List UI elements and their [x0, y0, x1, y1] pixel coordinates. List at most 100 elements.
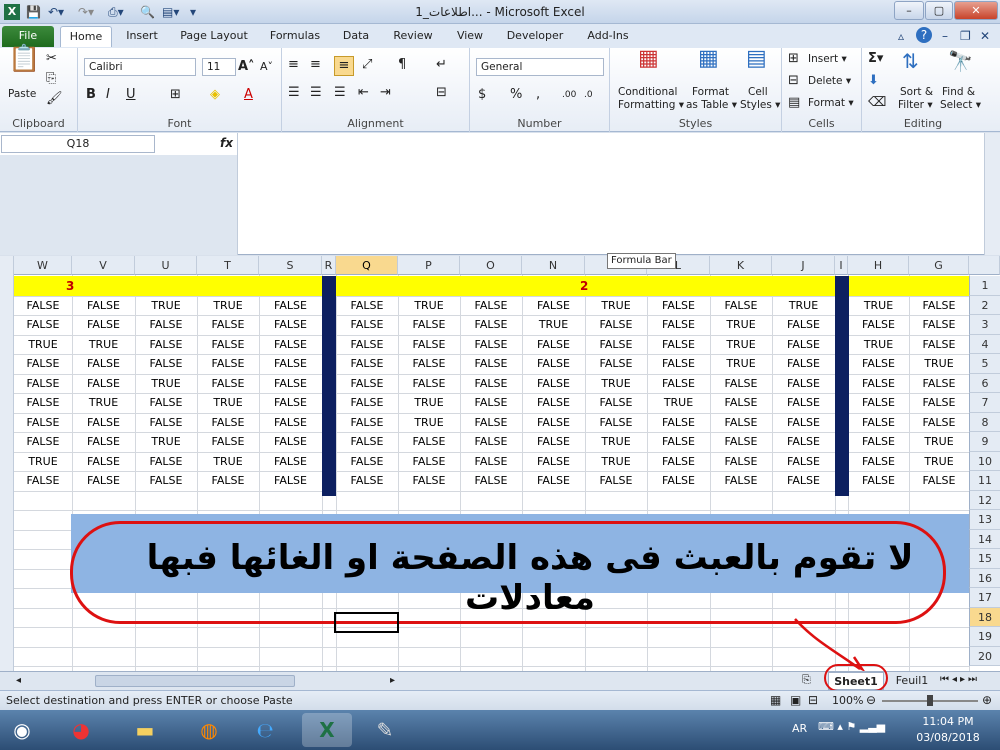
data-cell[interactable]: FALSE — [197, 374, 259, 393]
underline-icon[interactable]: U — [126, 86, 136, 104]
row-header-10[interactable]: 10 — [969, 451, 1000, 471]
paint-icon[interactable]: ✎ — [360, 713, 410, 747]
data-cell[interactable]: FALSE — [522, 296, 585, 315]
tab-add-ins[interactable]: Add-Ins — [580, 26, 636, 47]
help-icon[interactable]: ? — [916, 27, 932, 43]
sheet-tab-feuil1[interactable]: Feuil1 — [890, 672, 934, 690]
data-cell[interactable]: FALSE — [336, 315, 398, 334]
row-header-1[interactable]: 1 — [969, 276, 1000, 296]
data-cell[interactable]: FALSE — [772, 432, 835, 451]
fill-icon[interactable]: ⬇ — [868, 72, 879, 90]
data-cell[interactable]: FALSE — [135, 452, 197, 471]
data-cell[interactable]: FALSE — [14, 413, 72, 432]
column-header-n[interactable]: N — [522, 256, 585, 275]
data-cell[interactable]: FALSE — [710, 296, 772, 315]
format-as-table-icon[interactable]: ▦ — [698, 48, 719, 70]
column-header-o[interactable]: O — [460, 256, 522, 275]
autosum-icon[interactable]: Σ▾ — [868, 50, 883, 68]
data-cell[interactable]: FALSE — [197, 354, 259, 373]
align-right-icon[interactable]: ☰ — [334, 84, 346, 102]
data-cell[interactable]: FALSE — [259, 471, 322, 490]
data-cell[interactable]: FALSE — [72, 315, 135, 334]
data-cell[interactable]: FALSE — [336, 393, 398, 412]
data-cell[interactable]: FALSE — [336, 354, 398, 373]
formula-input[interactable] — [237, 133, 984, 255]
data-cell[interactable]: FALSE — [398, 374, 460, 393]
insert-cells-icon[interactable]: ⊞ — [788, 50, 799, 68]
data-cell[interactable]: FALSE — [585, 315, 647, 334]
page-layout-view-icon[interactable]: ▣ — [790, 693, 801, 707]
data-cell[interactable]: FALSE — [398, 452, 460, 471]
data-cell[interactable]: TRUE — [710, 335, 772, 354]
clock-date[interactable]: 03/08/2018 — [914, 731, 982, 744]
data-cell[interactable]: TRUE — [848, 335, 909, 354]
tab-formulas[interactable]: Formulas — [264, 26, 326, 47]
data-cell[interactable]: FALSE — [772, 393, 835, 412]
insert-sheet-icon[interactable]: ⎘ — [802, 673, 811, 687]
data-cell[interactable]: FALSE — [72, 296, 135, 315]
borders-icon[interactable]: ⊞ — [170, 86, 181, 104]
data-cell[interactable]: FALSE — [135, 471, 197, 490]
data-cell[interactable]: FALSE — [522, 393, 585, 412]
ribbon-minimize-icon[interactable]: ▵ — [898, 28, 904, 44]
data-cell[interactable]: FALSE — [398, 335, 460, 354]
data-cell[interactable]: TRUE — [197, 393, 259, 412]
data-cell[interactable]: TRUE — [585, 432, 647, 451]
increase-indent-icon[interactable]: ⇥ — [380, 84, 391, 102]
workbook-minimize-icon[interactable]: – — [942, 28, 948, 44]
data-cell[interactable]: FALSE — [909, 315, 969, 334]
data-cell[interactable]: FALSE — [909, 393, 969, 412]
data-cell[interactable]: FALSE — [72, 374, 135, 393]
data-cell[interactable]: FALSE — [197, 413, 259, 432]
active-cell-Q18[interactable] — [334, 612, 399, 633]
data-cell[interactable]: FALSE — [14, 432, 72, 451]
data-cell[interactable]: FALSE — [14, 354, 72, 373]
data-cell[interactable]: FALSE — [460, 315, 522, 334]
data-cell[interactable]: FALSE — [336, 335, 398, 354]
formula-bar-scroll[interactable] — [984, 133, 1000, 255]
data-cell[interactable]: TRUE — [197, 296, 259, 315]
tab-home[interactable]: Home — [60, 26, 112, 47]
number-format-select[interactable]: General — [476, 58, 604, 76]
row-header-20[interactable]: 20 — [969, 646, 1000, 666]
column-header-u[interactable]: U — [135, 256, 197, 275]
font-color-icon[interactable]: A — [244, 86, 253, 104]
start-button-icon[interactable]: ◉ — [2, 713, 42, 747]
row-header-12[interactable]: 12 — [969, 490, 1000, 510]
decrease-decimal-icon[interactable]: .0 — [584, 86, 593, 104]
column-header-k[interactable]: K — [710, 256, 772, 275]
data-cell[interactable]: TRUE — [135, 432, 197, 451]
data-cell[interactable]: TRUE — [710, 354, 772, 373]
data-cell[interactable]: FALSE — [460, 432, 522, 451]
data-cell[interactable]: FALSE — [710, 413, 772, 432]
insert-function-icon[interactable]: fx — [220, 136, 233, 150]
format-cells-icon[interactable]: ▤ — [788, 94, 800, 112]
data-cell[interactable]: FALSE — [848, 354, 909, 373]
data-cell[interactable]: TRUE — [909, 354, 969, 373]
data-cell[interactable]: TRUE — [398, 393, 460, 412]
data-cell[interactable]: FALSE — [647, 452, 710, 471]
data-cell[interactable]: FALSE — [460, 354, 522, 373]
data-cell[interactable]: FALSE — [72, 452, 135, 471]
data-cell[interactable]: TRUE — [398, 413, 460, 432]
data-cell[interactable]: TRUE — [398, 296, 460, 315]
decrease-indent-icon[interactable]: ⇤ — [358, 84, 369, 102]
rtl-icon[interactable]: ¶ — [398, 56, 406, 74]
data-cell[interactable]: FALSE — [909, 296, 969, 315]
data-cell[interactable]: FALSE — [135, 413, 197, 432]
data-cell[interactable]: TRUE — [772, 296, 835, 315]
data-cell[interactable]: FALSE — [460, 471, 522, 490]
data-cell[interactable]: FALSE — [259, 315, 322, 334]
data-cell[interactable]: FALSE — [848, 471, 909, 490]
sort-filter-line2[interactable]: Filter ▾ — [898, 99, 933, 111]
data-cell[interactable]: TRUE — [585, 452, 647, 471]
cell-styles-line2[interactable]: Styles ▾ — [740, 99, 780, 111]
data-cell[interactable]: FALSE — [336, 452, 398, 471]
tab-insert[interactable]: Insert — [118, 26, 166, 47]
column-header-w[interactable]: W — [14, 256, 72, 275]
row-header-13[interactable]: 13 — [969, 510, 1000, 530]
data-cell[interactable]: FALSE — [772, 413, 835, 432]
data-cell[interactable]: FALSE — [259, 296, 322, 315]
row-header-4[interactable]: 4 — [969, 334, 1000, 354]
data-cell[interactable]: FALSE — [336, 413, 398, 432]
